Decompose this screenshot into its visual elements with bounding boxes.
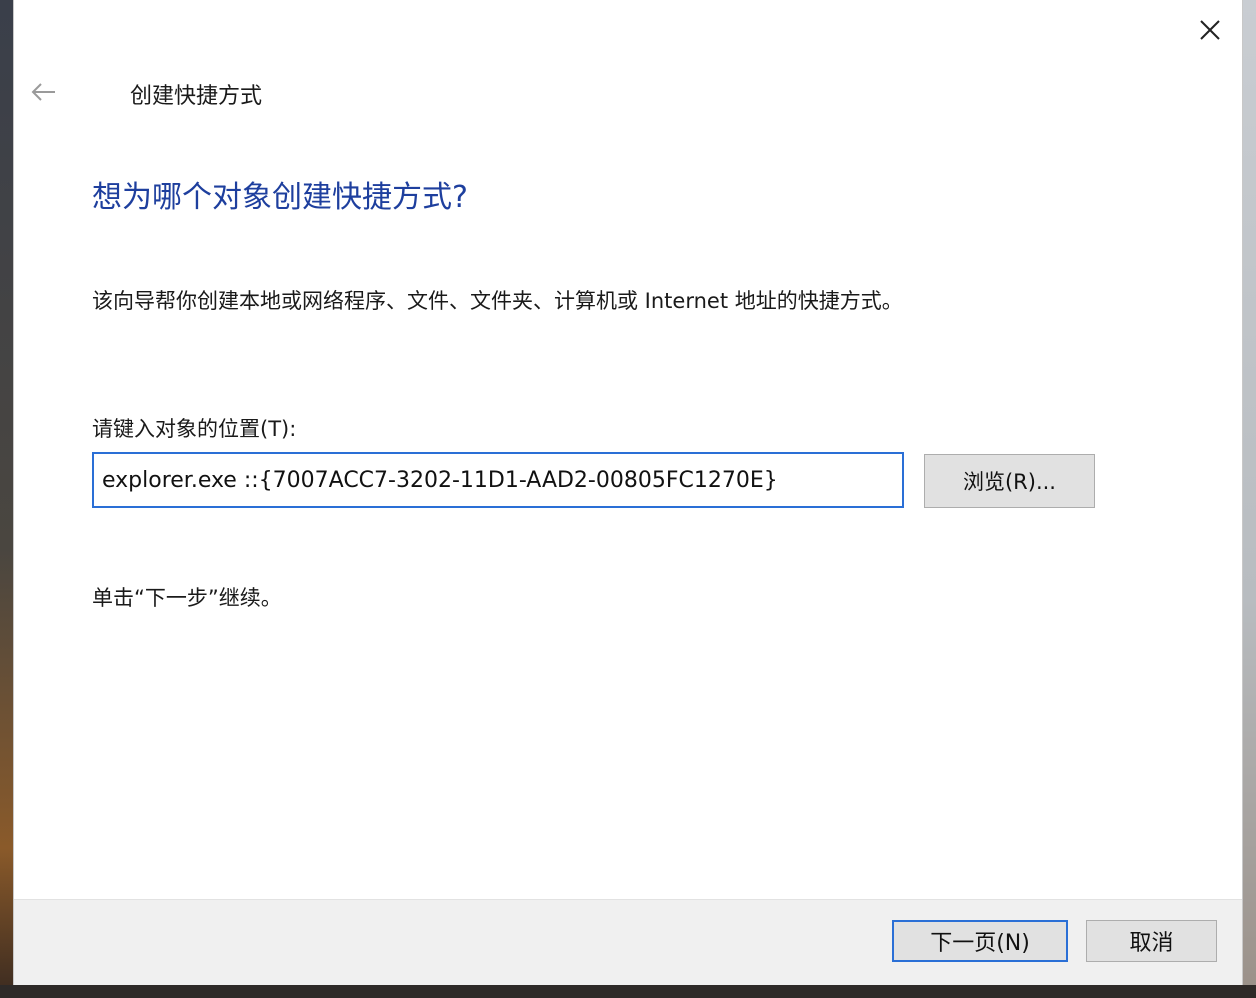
create-shortcut-dialog: 创建快捷方式 想为哪个对象创建快捷方式? 该向导帮你创建本地或网络程序、文件、文…: [14, 0, 1242, 986]
next-button[interactable]: 下一页(N): [892, 920, 1068, 962]
close-button[interactable]: [1192, 12, 1228, 48]
background-window-edge: [1242, 0, 1256, 998]
location-label: 请键入对象的位置(T):: [92, 417, 297, 441]
page-heading: 想为哪个对象创建快捷方式?: [92, 180, 468, 215]
taskbar-edge: [0, 985, 1256, 998]
browse-button[interactable]: 浏览(R)...: [924, 454, 1095, 508]
back-button[interactable]: [30, 74, 58, 110]
dialog-footer: 下一页(N) 取消: [14, 899, 1242, 986]
arrow-left-icon: [31, 83, 55, 101]
dialog-title: 创建快捷方式: [130, 84, 263, 109]
continue-hint: 单击“下一步”继续。: [92, 586, 282, 610]
location-input[interactable]: [92, 452, 904, 508]
close-icon: [1200, 20, 1220, 40]
cancel-button[interactable]: 取消: [1086, 920, 1217, 962]
wizard-description: 该向导帮你创建本地或网络程序、文件、文件夹、计算机或 Internet 地址的快…: [92, 289, 903, 313]
